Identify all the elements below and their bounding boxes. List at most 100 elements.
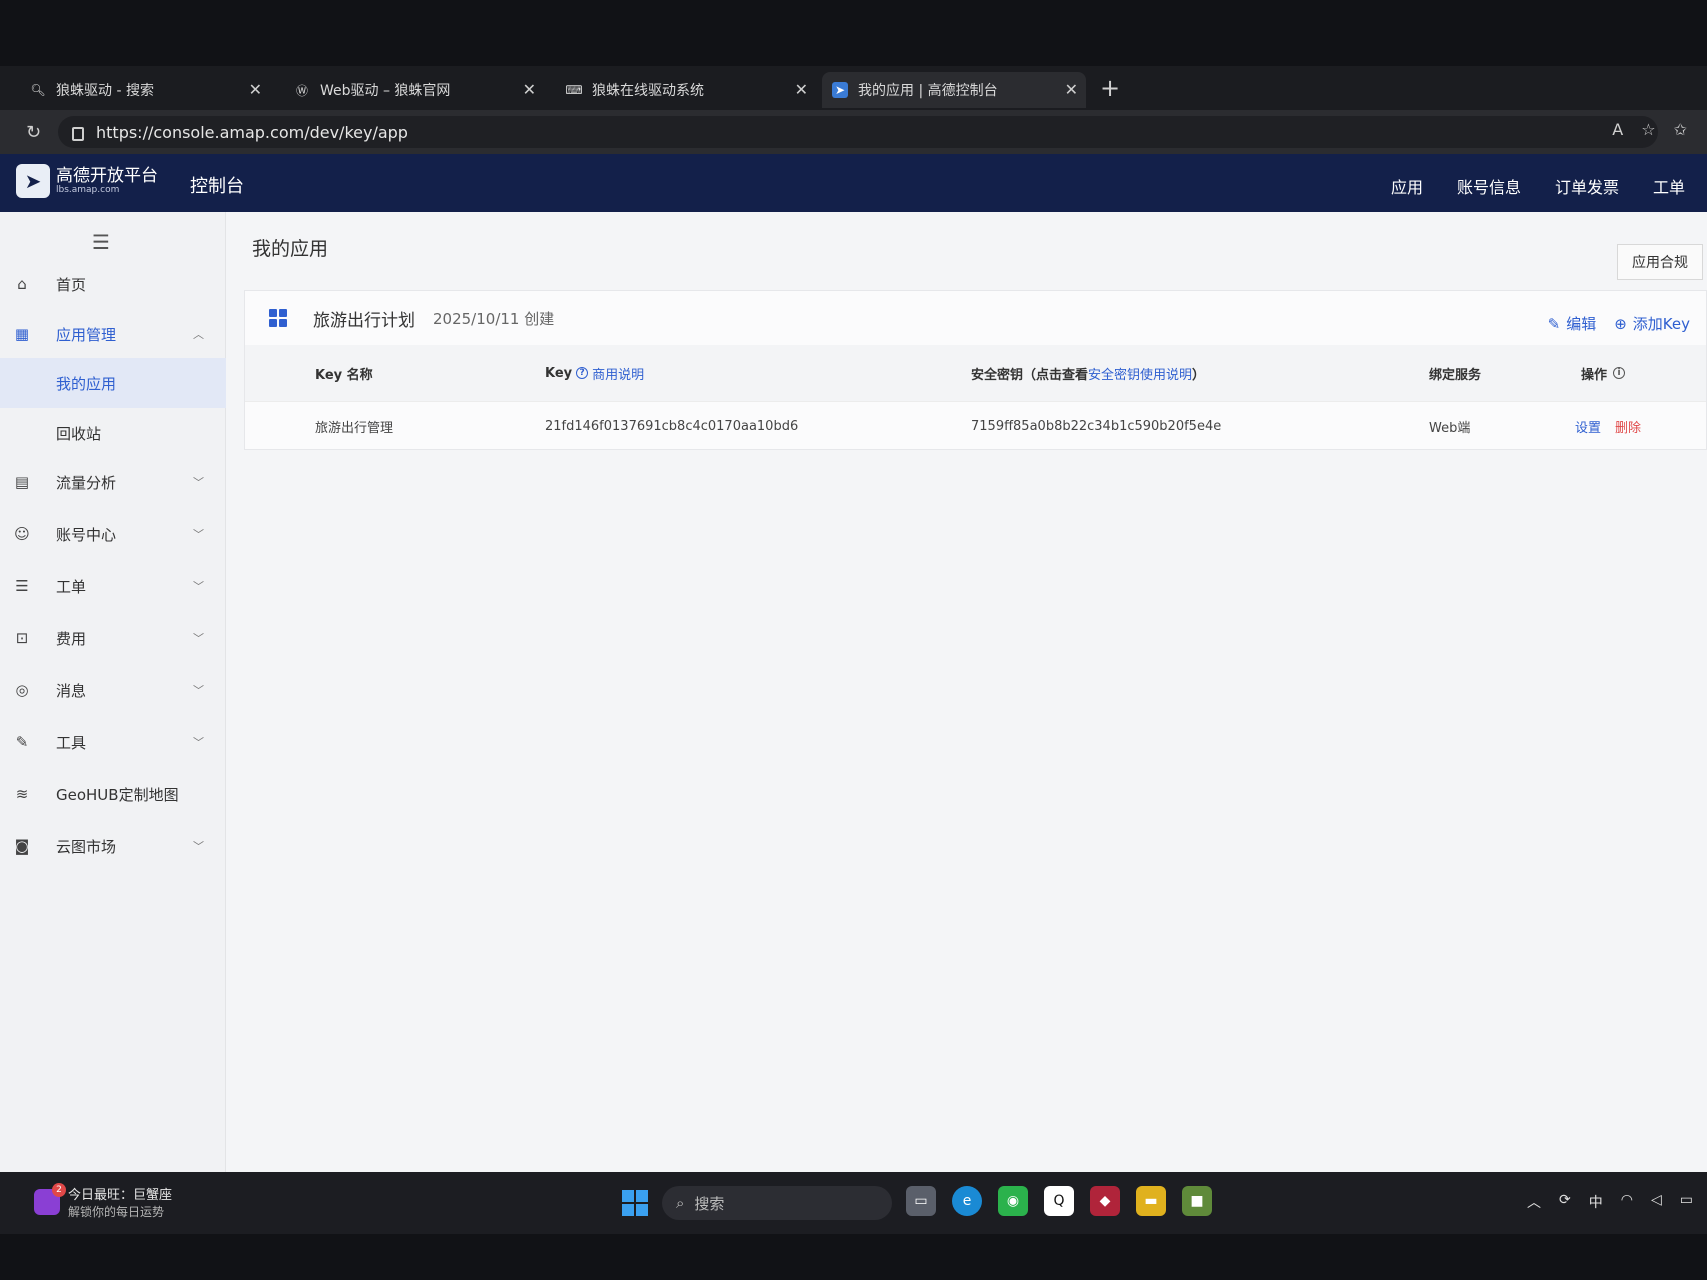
tab-label: 狼蛛驱动 - 搜索 (56, 83, 154, 99)
sidebar-item-label: 首页 (56, 275, 87, 294)
nav-link-account[interactable]: 账号信息 (1457, 174, 1521, 198)
sidebar-item-tools[interactable]: ✎ 工具 ﹀ (0, 720, 226, 764)
sidebar-item-tickets[interactable]: ☰ 工单 ﹀ (0, 564, 226, 608)
folder-icon[interactable]: ▬ (1136, 1186, 1166, 1216)
game-app-icon[interactable]: ◆ (1090, 1186, 1120, 1216)
nav-link-apps[interactable]: 应用 (1391, 174, 1423, 198)
app-grid-icon (269, 309, 287, 327)
settings-link[interactable]: 设置 (1575, 417, 1601, 436)
chevron-up-icon[interactable]: ︿ (1527, 1192, 1541, 1212)
app-created-date: 2025/10/11 创建 (433, 309, 555, 328)
notification-badge: 2 (52, 1183, 66, 1197)
sidebar-item-cloud-market[interactable]: ◙ 云图市场 ﹀ (0, 824, 226, 868)
brand-name: 高德开放平台 (56, 166, 158, 186)
tab-label: 我的应用 | 高德控制台 (858, 83, 998, 99)
sidebar-item-label: 流量分析 (56, 473, 117, 492)
new-tab-button[interactable]: + (1100, 74, 1120, 102)
cloud-icon: ◙ (14, 837, 30, 855)
secret-guide-link[interactable]: 安全密钥使用说明 (1088, 364, 1192, 383)
chevron-down-icon: ﹀ (193, 736, 204, 749)
secret-value-cell[interactable]: 7159ff85a0b8b22c34b1c590b20f5e4e (971, 402, 1221, 451)
sidebar-item-label: 账号中心 (56, 525, 117, 544)
col-service: 绑定服务 (1429, 367, 1482, 383)
console-title[interactable]: 控制台 (190, 172, 244, 198)
wechat-icon[interactable]: ◉ (998, 1186, 1028, 1216)
tab-label: Web驱动 – 狼蛛官网 (320, 83, 451, 99)
edit-app-button[interactable]: ✎ 编辑 (1548, 313, 1597, 334)
app-card: 旅游出行计划 2025/10/11 创建 ✎ 编辑 ⊕ 添加Key Key 名称 (244, 290, 1707, 450)
delete-link[interactable]: 删除 (1615, 417, 1641, 436)
billing-icon: ⊡ (15, 629, 29, 647)
add-key-button[interactable]: ⊕ 添加Key (1614, 313, 1690, 334)
sidebar: ☰ ⌂ 首页 ▦ 应用管理 ︿ 我的应用 回收站 ▤ 流量分析 ﹀ ☺ 账号中心… (0, 212, 226, 1172)
edge-browser-icon[interactable]: e (952, 1186, 982, 1216)
sidebar-item-billing[interactable]: ⊡ 费用 ﹀ (0, 616, 226, 660)
address-row: ↻ https://console.amap.com/dev/key/app A… (0, 110, 1707, 154)
reload-icon[interactable]: ↻ (26, 122, 41, 143)
service-cell: Web端 (1429, 421, 1471, 436)
widget-icon: 2 (34, 1183, 66, 1215)
read-aloud-icon[interactable]: A (1612, 120, 1623, 139)
sidebar-item-app-management[interactable]: ▦ 应用管理 ︿ (0, 312, 226, 356)
main-content: 我的应用 应用合规 旅游出行计划 2025/10/11 创建 ✎ 编辑 ⊕ 添加… (226, 212, 1707, 1172)
chevron-down-icon: ﹀ (193, 580, 204, 593)
key-table-header: Key 名称 Key ? 商用说明 安全密钥（点击查看 安全密钥使用说明 ） 绑… (245, 345, 1706, 401)
qq-icon[interactable]: Q (1044, 1186, 1074, 1216)
app-actions: ✎ 编辑 ⊕ 添加Key (1548, 313, 1690, 334)
horoscope-widget[interactable]: 2 今日最旺：巨蟹座 解锁你的每日运势 (34, 1183, 172, 1220)
sidebar-item-geohub[interactable]: ≋ GeoHUB定制地图 (0, 772, 226, 816)
app-name: 旅游出行计划 (313, 310, 415, 331)
ime-indicator[interactable]: 中 (1589, 1192, 1603, 1212)
ticket-icon: ☰ (15, 577, 29, 595)
chevron-up-icon: ︿ (193, 328, 204, 341)
sidebar-item-traffic[interactable]: ▤ 流量分析 ﹀ (0, 460, 226, 504)
brand-sub: lbs.amap.com (56, 185, 120, 195)
sidebar-item-my-apps[interactable]: 我的应用 (0, 358, 226, 408)
address-bar[interactable]: https://console.amap.com/dev/key/app (58, 116, 1658, 148)
close-icon[interactable]: ✕ (249, 80, 262, 99)
close-icon[interactable]: ✕ (523, 80, 536, 99)
tab-search[interactable]: 🔍︎ 狼蛛驱动 - 搜索 ✕ (20, 72, 270, 108)
amap-logo-icon: ➤ (16, 164, 50, 198)
page-title: 我的应用 (252, 238, 329, 260)
nav-link-orders[interactable]: 订单发票 (1555, 174, 1619, 198)
menu-toggle-icon[interactable]: ☰ (92, 230, 110, 254)
tab-my-apps[interactable]: ➤ 我的应用 | 高德控制台 ✕ (822, 72, 1086, 108)
volume-icon[interactable]: ◁ (1651, 1192, 1662, 1212)
help-icon[interactable]: ? (576, 367, 589, 379)
taskbar-search[interactable]: ⌕ 搜索 (662, 1186, 892, 1220)
sidebar-item-account-center[interactable]: ☺ 账号中心 ﹀ (0, 512, 226, 556)
user-icon: ☺ (14, 525, 30, 543)
logo[interactable]: ➤ 高德开放平台 lbs.amap.com (16, 164, 158, 198)
star-icon[interactable]: ☆ (1641, 120, 1655, 139)
tab-online-driver[interactable]: ⌨ 狼蛛在线驱动系统 ✕ (556, 72, 816, 108)
battery-icon[interactable]: ▭ (1680, 1192, 1693, 1212)
file-explorer-icon[interactable]: ▭ (906, 1186, 936, 1216)
wrench-icon: ✎ (15, 733, 29, 751)
app-compliance-button[interactable]: 应用合规 (1617, 244, 1703, 280)
sync-icon[interactable]: ⟳ (1559, 1192, 1571, 1212)
wifi-icon[interactable]: ◠ (1621, 1192, 1633, 1212)
favorites-icon[interactable]: ✩ (1674, 120, 1687, 139)
content-frame: ☰ ⌂ 首页 ▦ 应用管理 ︿ 我的应用 回收站 ▤ 流量分析 ﹀ ☺ 账号中心… (0, 212, 1707, 1172)
info-icon[interactable]: i (1613, 367, 1626, 379)
windows-start-icon[interactable] (622, 1190, 648, 1216)
chevron-down-icon: ﹀ (193, 528, 204, 541)
sidebar-item-home[interactable]: ⌂ 首页 (0, 262, 226, 306)
sidebar-item-label: 云图市场 (56, 837, 117, 856)
top-nav-links: 应用 账号信息 订单发票 工单 (1391, 174, 1685, 198)
nav-link-tickets[interactable]: 工单 (1653, 174, 1685, 198)
close-icon[interactable]: ✕ (1065, 80, 1078, 99)
sidebar-item-label: 工具 (56, 733, 87, 752)
sidebar-item-messages[interactable]: ◎ 消息 ﹀ (0, 668, 226, 712)
table-row: 旅游出行管理 21fd146f0137691cb8c4c0170aa10bd6 … (245, 401, 1706, 451)
system-tray: ︿ ⟳ 中 ◠ ◁ ▭ (1527, 1192, 1693, 1212)
sidebar-item-recycle-bin[interactable]: 回收站 (0, 408, 226, 458)
col-secret: 安全密钥（点击查看 安全密钥使用说明 ） (971, 345, 1205, 401)
taskbar-search-placeholder: 搜索 (694, 1194, 725, 1213)
commercial-note-link[interactable]: 商用说明 (592, 364, 644, 383)
minecraft-icon[interactable]: ■ (1182, 1186, 1212, 1216)
close-icon[interactable]: ✕ (795, 80, 808, 99)
key-value-cell: 21fd146f0137691cb8c4c0170aa10bd6 (545, 419, 799, 434)
tab-web-driver[interactable]: Ⓦ Web驱动 – 狼蛛官网 ✕ (284, 72, 544, 108)
